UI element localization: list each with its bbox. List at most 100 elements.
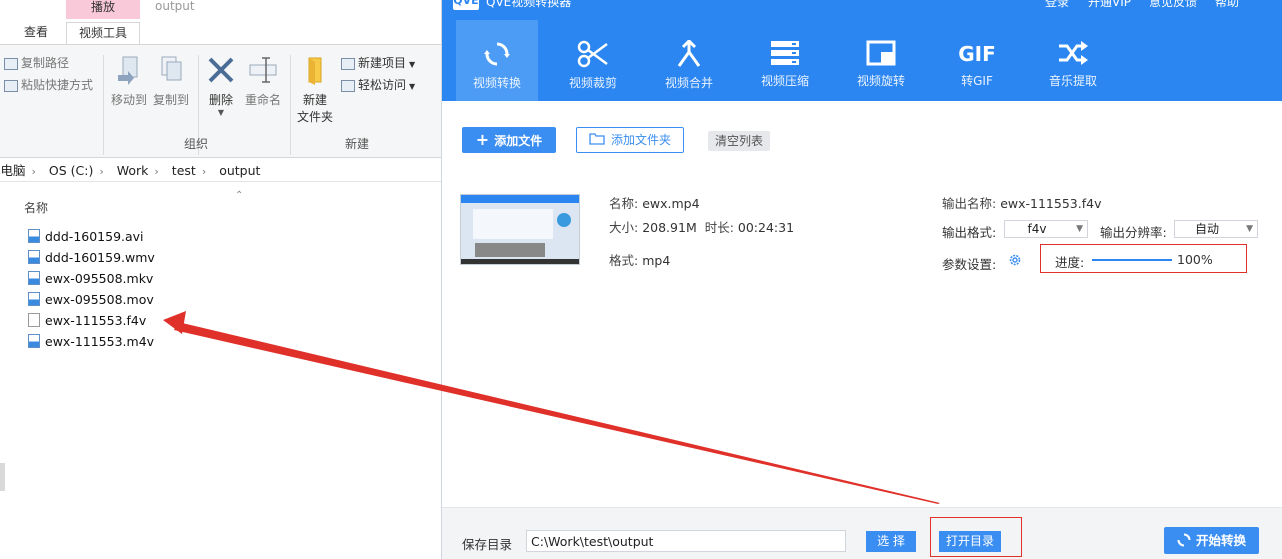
progress-highlight-box: 进度: 100% [1040, 244, 1247, 273]
video-file-icon [28, 250, 40, 264]
progress-label: 进度: [1055, 255, 1085, 270]
qve-converter-window: QVE QVE视频转换器 登录 开通VIP 意见反馈 帮助 视频转换 视频裁剪 … [441, 0, 1282, 559]
choose-dir-button[interactable]: 选 择 [866, 531, 916, 552]
progress-bar [1092, 259, 1172, 261]
move-to-button[interactable]: 移动到 [108, 55, 150, 108]
easy-access-icon [341, 79, 355, 92]
output-format-label: 输出格式: [942, 225, 997, 240]
column-header-name[interactable]: 名称 [24, 199, 48, 216]
feedback-link[interactable]: 意见反馈 [1149, 0, 1197, 8]
delete-button[interactable]: 删除 ▼ [203, 55, 239, 117]
file-row[interactable]: ewx-111553.f4v [28, 313, 146, 328]
merge-icon [677, 40, 701, 67]
group-label-new: 新建 [345, 137, 370, 151]
tool-video-convert[interactable]: 视频转换 [456, 20, 538, 101]
address-bar[interactable]: 此电脑 › OS (C:) › Work › test › output [0, 160, 441, 182]
delete-x-icon [208, 57, 234, 83]
save-dir-label: 保存目录 [462, 537, 513, 552]
clear-list-button[interactable]: 清空列表 [708, 131, 770, 151]
breadcrumb-test[interactable]: test [172, 163, 196, 178]
copy-path-button[interactable]: 复制路径 [4, 54, 69, 71]
paste-shortcut-button[interactable]: 粘贴快捷方式 [4, 76, 93, 93]
ribbon-separator [290, 55, 291, 155]
svg-text:GIF: GIF [958, 42, 996, 66]
tool-video-rotate[interactable]: 视频旋转 [840, 20, 922, 101]
file-row[interactable]: ddd-160159.wmv [28, 250, 155, 265]
progress-value: 100% [1177, 252, 1213, 267]
new-item-dropdown-caret: ▼ [409, 60, 416, 69]
breadcrumb-work[interactable]: Work [117, 163, 149, 178]
new-item-icon [341, 57, 355, 70]
copy-to-button[interactable]: 复制到 [150, 55, 192, 108]
ribbon-separator [103, 55, 104, 155]
chevron-down-icon: ▼ [1246, 224, 1253, 234]
open-dir-button[interactable]: 打开目录 [939, 531, 1001, 552]
video-thumbnail[interactable] [460, 194, 580, 265]
move-to-icon [118, 56, 138, 85]
breadcrumb-chevron-icon: › [99, 165, 104, 178]
breadcrumb-this-pc[interactable]: 此电脑 [0, 163, 26, 178]
window-title: output [155, 0, 195, 13]
output-name-info: 输出名称: ewx-111553.f4v [942, 196, 1102, 211]
tool-to-gif[interactable]: GIF 转GIF [936, 20, 1018, 101]
file-format-info: 格式: mp4 [609, 253, 671, 268]
output-resolution-select[interactable]: 自动 ▼ [1174, 220, 1258, 238]
help-link[interactable]: 帮助 [1215, 0, 1239, 8]
file-size-info: 大小: 208.91M 时长: 00:24:31 [609, 220, 795, 235]
file-row[interactable]: ewx-095508.mkv [28, 271, 153, 286]
login-link[interactable]: 登录 [1045, 0, 1069, 8]
chevron-down-icon: ▼ [1076, 224, 1083, 234]
tool-video-compress[interactable]: 视频压缩 [744, 20, 826, 101]
delete-dropdown-caret: ▼ [217, 108, 225, 117]
file-row[interactable]: ewx-111553.m4v [28, 334, 154, 349]
easy-access-dropdown-caret: ▼ [409, 82, 416, 91]
group-label-organize: 组织 [184, 137, 209, 151]
app-header: QVE QVE视频转换器 登录 开通VIP 意见反馈 帮助 视频转换 视频裁剪 … [442, 0, 1282, 101]
new-item-button[interactable]: 新建项目 ▼ [341, 54, 415, 71]
refresh-icon [484, 42, 510, 66]
gear-icon[interactable] [1008, 253, 1022, 267]
app-logo: QVE [453, 0, 479, 10]
vip-link[interactable]: 开通VIP [1088, 0, 1131, 8]
shuffle-icon [1059, 41, 1088, 65]
save-dir-input[interactable] [526, 530, 846, 552]
rename-button[interactable]: 重命名 [242, 55, 284, 108]
contextual-tab-label: 播放 [90, 0, 115, 14]
start-convert-button[interactable]: 开始转换 [1164, 527, 1259, 554]
sort-ascending-icon: ⌃ [235, 190, 244, 201]
tab-view[interactable]: 查看 [12, 22, 60, 44]
breadcrumb-drive[interactable]: OS (C:) [49, 163, 93, 178]
scrollbar-thumb[interactable] [0, 463, 5, 491]
video-file-icon [28, 271, 40, 285]
tool-video-crop[interactable]: 视频裁剪 [552, 20, 634, 101]
breadcrumb-chevron-icon: › [31, 165, 36, 178]
open-dir-highlight-box: 打开目录 [930, 517, 1022, 557]
video-file-icon [28, 292, 40, 306]
rename-icon [249, 57, 277, 83]
copy-to-icon [161, 56, 182, 81]
file-row[interactable]: ewx-095508.mov [28, 292, 154, 307]
file-row[interactable]: ddd-160159.avi [28, 229, 144, 244]
output-resolution-label: 输出分辨率: [1100, 225, 1167, 240]
progress-bar-fill [1092, 259, 1172, 261]
easy-access-button[interactable]: 轻松访问 ▼ [341, 76, 415, 93]
add-file-button[interactable]: + 添加文件 [462, 127, 556, 153]
file-name-info: 名称: ewx.mp4 [609, 196, 700, 211]
params-label: 参数设置: [942, 257, 997, 272]
ribbon-panel: 复制路径 粘贴快捷方式 移动到 复制到 删除 ▼ 重命名 新建 文件夹 新建项目… [0, 44, 441, 158]
gif-icon: GIF [958, 42, 996, 66]
file-explorer-window: 播放 output 查看 视频工具 复制路径 粘贴快捷方式 移动到 复制到 删除… [0, 0, 441, 559]
breadcrumb-chevron-icon: › [154, 165, 159, 178]
scissors-icon [577, 40, 608, 68]
tool-audio-extract[interactable]: 音乐提取 [1032, 20, 1114, 101]
new-folder-button[interactable]: 新建 文件夹 [294, 55, 336, 125]
compress-icon [771, 41, 799, 65]
copy-path-icon [4, 57, 18, 70]
video-file-icon [28, 334, 40, 348]
tab-video-tools[interactable]: 视频工具 [66, 22, 140, 44]
tool-video-merge[interactable]: 视频合并 [648, 20, 730, 101]
output-format-select[interactable]: f4v ▼ [1004, 220, 1088, 238]
bottom-bar: 保存目录 选 择 打开目录 开始转换 [442, 507, 1282, 559]
add-folder-button[interactable]: 添加文件夹 [576, 127, 684, 153]
breadcrumb-output[interactable]: output [219, 163, 260, 178]
